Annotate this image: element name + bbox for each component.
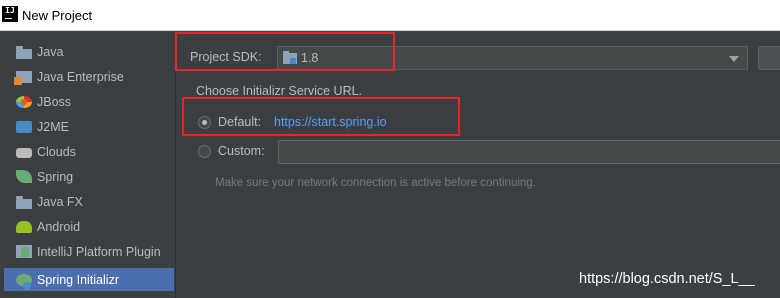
default-url-radio[interactable] <box>198 116 211 129</box>
folder-icon <box>16 195 32 209</box>
sidebar-item-android[interactable]: Android <box>4 215 174 238</box>
folder-icon <box>16 45 32 59</box>
custom-url-label: Custom: <box>218 144 265 158</box>
cloud-icon <box>16 148 32 158</box>
sidebar-item-intellij-platform-plugin[interactable]: IntelliJ Platform Plugin <box>4 240 174 263</box>
sidebar-item-clouds[interactable]: Clouds <box>4 140 174 163</box>
new-sdk-button[interactable] <box>758 46 780 70</box>
project-sdk-dropdown[interactable]: 1.8 <box>277 46 748 70</box>
java-enterprise-icon <box>14 70 32 85</box>
jboss-icon <box>16 95 32 108</box>
default-url-link[interactable]: https://start.spring.io <box>274 115 387 129</box>
sidebar-item-java-fx[interactable]: Java FX <box>4 190 174 213</box>
sidebar-item-spring-initializr[interactable]: Spring Initializr <box>4 268 174 291</box>
network-hint: Make sure your network connection is act… <box>215 177 536 189</box>
sidebar-item-label: IntelliJ Platform Plugin <box>37 244 161 259</box>
plugin-icon <box>16 245 32 258</box>
sidebar-item-label: Java FX <box>37 194 83 209</box>
project-sdk-label: Project SDK: <box>190 50 262 64</box>
chevron-down-icon <box>729 56 739 62</box>
title-bar: IJ New Project <box>0 0 780 31</box>
watermark: https://blog.csdn.net/S_L__ <box>579 271 755 287</box>
sidebar-item-label: JBoss <box>37 94 72 109</box>
sidebar-item-spring[interactable]: Spring <box>4 165 174 188</box>
sidebar-item-j2me[interactable]: J2ME <box>4 115 174 138</box>
android-icon <box>16 220 32 233</box>
sidebar-item-label: Spring Initializr <box>37 272 119 287</box>
sidebar-item-label: Clouds <box>37 144 76 159</box>
sdk-value: 1.8 <box>301 51 319 65</box>
custom-url-radio[interactable] <box>198 145 211 158</box>
sdk-folder-icon <box>283 51 297 64</box>
sidebar-item-label: J2ME <box>37 119 69 134</box>
intellij-app-icon: IJ <box>2 6 18 22</box>
sidebar-item-label: Java <box>37 44 64 59</box>
sidebar-item-jboss[interactable]: JBoss <box>4 90 174 113</box>
service-url-heading: Choose Initializr Service URL. <box>196 84 363 98</box>
sidebar-item-label: Android <box>37 219 81 234</box>
spring-initializr-icon <box>16 273 32 290</box>
j2me-icon <box>16 120 32 133</box>
sidebar-item-label: Spring <box>37 169 74 184</box>
sidebar-item-java[interactable]: Java <box>4 40 174 63</box>
window-title: New Project <box>22 8 93 23</box>
sidebar-item-label: Java Enterprise <box>37 69 124 84</box>
custom-url-input[interactable] <box>278 140 780 164</box>
sidebar-item-java-enterprise[interactable]: Java Enterprise <box>4 65 174 88</box>
project-type-list: Java Java Enterprise JBoss J2ME Clouds S… <box>0 36 176 298</box>
default-url-label: Default: <box>218 115 262 129</box>
spring-leaf-icon <box>16 170 32 183</box>
